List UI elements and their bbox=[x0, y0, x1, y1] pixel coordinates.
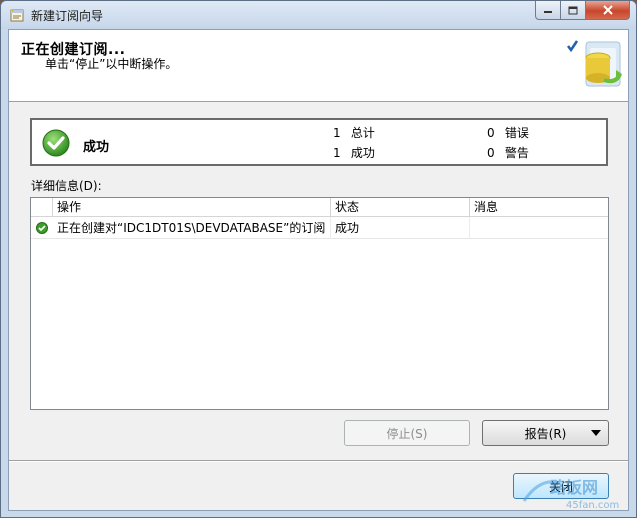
dropdown-arrow-icon bbox=[591, 430, 601, 436]
stop-button[interactable]: 停止(S) bbox=[344, 420, 470, 446]
details-table[interactable]: 操作 状态 消息 正在创建对“IDC1DT01S\DEVDATABASE”的订阅… bbox=[30, 197, 609, 410]
success-check-icon bbox=[42, 129, 70, 157]
column-header-status[interactable]: 状态 bbox=[331, 198, 470, 217]
wizard-client-area: 正在创建订阅... 单击“停止”以中断操作。 成功 1 总计 0 错误 1 成功… bbox=[8, 29, 629, 511]
footer-divider-highlight bbox=[9, 461, 628, 462]
minimize-icon bbox=[544, 11, 552, 13]
details-label: 详细信息(D): bbox=[31, 179, 102, 193]
maximize-icon bbox=[568, 6, 578, 14]
wizard-window: 新建订阅向导 正在创建订阅... 单击“停止”以中断操作。 成功 1 总计 0 … bbox=[0, 0, 637, 518]
page-subtitle: 单击“停止”以中断操作。 bbox=[45, 57, 178, 71]
minimize-button[interactable] bbox=[535, 1, 561, 20]
window-title: 新建订阅向导 bbox=[31, 9, 104, 23]
stat-warnings-count: 0 bbox=[487, 146, 495, 160]
row-status: 成功 bbox=[331, 217, 470, 239]
result-summary-panel: 成功 1 总计 0 错误 1 成功 0 警告 bbox=[30, 118, 608, 166]
stat-success: 1 成功 bbox=[333, 144, 375, 161]
stat-errors-label: 错误 bbox=[504, 126, 529, 140]
stat-errors-count: 0 bbox=[487, 126, 495, 140]
wizard-header: 正在创建订阅... 单击“停止”以中断操作。 bbox=[9, 30, 628, 102]
stat-warnings-label: 警告 bbox=[504, 146, 529, 160]
column-header-icon[interactable] bbox=[31, 198, 53, 217]
row-message bbox=[470, 217, 608, 239]
close-icon bbox=[602, 5, 613, 15]
stat-total-label: 总计 bbox=[350, 126, 375, 140]
wizard-app-icon bbox=[10, 9, 24, 22]
report-button[interactable]: 报告(R) bbox=[482, 420, 609, 446]
title-bar[interactable]: 新建订阅向导 bbox=[1, 1, 636, 29]
stat-total-count: 1 bbox=[333, 126, 341, 140]
column-header-action[interactable]: 操作 bbox=[53, 198, 331, 217]
column-header-message[interactable]: 消息 bbox=[470, 198, 608, 217]
site-watermark-logo: 路饭网 45fan.com bbox=[522, 478, 619, 511]
maximize-button[interactable] bbox=[561, 1, 586, 20]
window-controls bbox=[535, 1, 630, 21]
stat-success-count: 1 bbox=[333, 146, 341, 160]
stat-warnings: 0 警告 bbox=[487, 144, 529, 161]
row-action: 正在创建对“IDC1DT01S\DEVDATABASE”的订阅 bbox=[53, 217, 331, 239]
stat-errors: 0 错误 bbox=[487, 124, 529, 141]
result-status: 成功 bbox=[83, 140, 110, 155]
table-row[interactable]: 正在创建对“IDC1DT01S\DEVDATABASE”的订阅 成功 bbox=[31, 217, 608, 239]
success-check-icon bbox=[36, 222, 48, 234]
details-table-header: 操作 状态 消息 bbox=[31, 198, 608, 217]
stat-success-label: 成功 bbox=[350, 146, 375, 160]
close-window-button[interactable] bbox=[586, 1, 630, 20]
watermark-url: 45fan.com bbox=[566, 500, 619, 511]
watermark-name: 路饭网 bbox=[550, 478, 598, 497]
report-button-label: 报告(R) bbox=[524, 426, 567, 441]
subscription-wizard-icon bbox=[567, 40, 622, 87]
stat-total: 1 总计 bbox=[333, 124, 375, 141]
